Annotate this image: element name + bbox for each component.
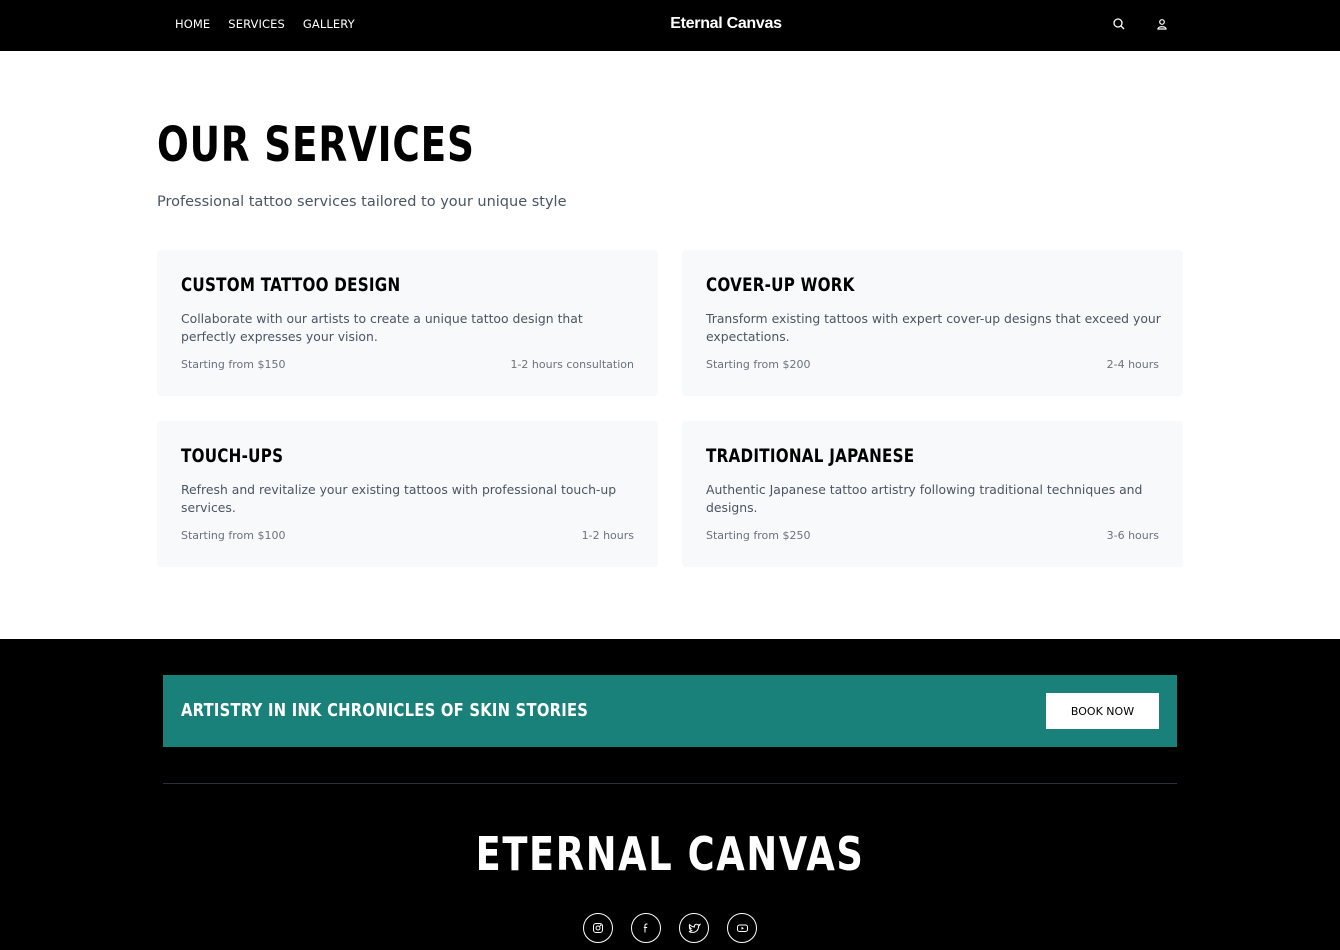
service-card-title: COVER-UP WORK (706, 275, 855, 296)
service-card-duration: 1-2 hours (581, 529, 634, 542)
service-card-description: Collaborate with our artists to create a… (181, 311, 583, 344)
footer-brand: ETERNAL CANVAS (0, 827, 1340, 881)
footer-divider (163, 783, 1177, 784)
search-icon[interactable] (1112, 17, 1126, 31)
service-card-custom-design[interactable]: CUSTOM TATTOO DESIGN Collaborate with ou… (157, 250, 658, 396)
service-card-title: CUSTOM TATTOO DESIGN (181, 275, 401, 296)
youtube-icon[interactable] (727, 913, 757, 943)
service-card-touch-ups[interactable]: TOUCH-UPS Refresh and revitalize your ex… (157, 421, 658, 567)
instagram-icon[interactable] (583, 913, 613, 943)
cta-banner: ARTISTRY IN INK CHRONICLES OF SKIN STORI… (163, 675, 1177, 747)
page-subtitle: Professional tattoo services tailored to… (157, 194, 567, 210)
user-icon[interactable] (1155, 17, 1169, 31)
twitter-icon[interactable] (679, 913, 709, 943)
service-card-description: Authentic Japanese tattoo artistry follo… (706, 482, 1143, 515)
service-card-description: Transform existing tattoos with expert c… (706, 311, 1161, 344)
social-links (583, 913, 757, 943)
page-title: OUR SERVICES (157, 117, 475, 173)
service-card-traditional-japanese[interactable]: TRADITIONAL JAPANESE Authentic Japanese … (682, 421, 1183, 567)
service-card-price: Starting from $100 (181, 529, 286, 542)
service-card-title: TRADITIONAL JAPANESE (706, 446, 915, 467)
book-now-button[interactable]: BOOK NOW (1046, 693, 1159, 729)
cta-banner-text: ARTISTRY IN INK CHRONICLES OF SKIN STORI… (181, 700, 589, 721)
service-card-price: Starting from $200 (706, 358, 811, 371)
service-card-cover-up[interactable]: COVER-UP WORK Transform existing tattoos… (682, 250, 1183, 396)
top-navbar: HOME SERVICES GALLERY Eternal Canvas (0, 0, 1340, 51)
service-card-title: TOUCH-UPS (181, 446, 284, 467)
service-card-duration: 3-6 hours (1106, 529, 1159, 542)
service-card-price: Starting from $150 (181, 358, 286, 371)
service-card-price: Starting from $250 (706, 529, 811, 542)
service-card-description: Refresh and revitalize your existing tat… (181, 482, 617, 515)
site-footer: ARTISTRY IN INK CHRONICLES OF SKIN STORI… (0, 639, 1340, 950)
footer-brand-text: ETERNAL CANVAS (475, 827, 865, 881)
header-actions (1112, 17, 1169, 31)
facebook-icon[interactable] (631, 913, 661, 943)
service-card-duration: 2-4 hours (1106, 358, 1159, 371)
service-card-duration: 1-2 hours consultation (510, 358, 634, 371)
